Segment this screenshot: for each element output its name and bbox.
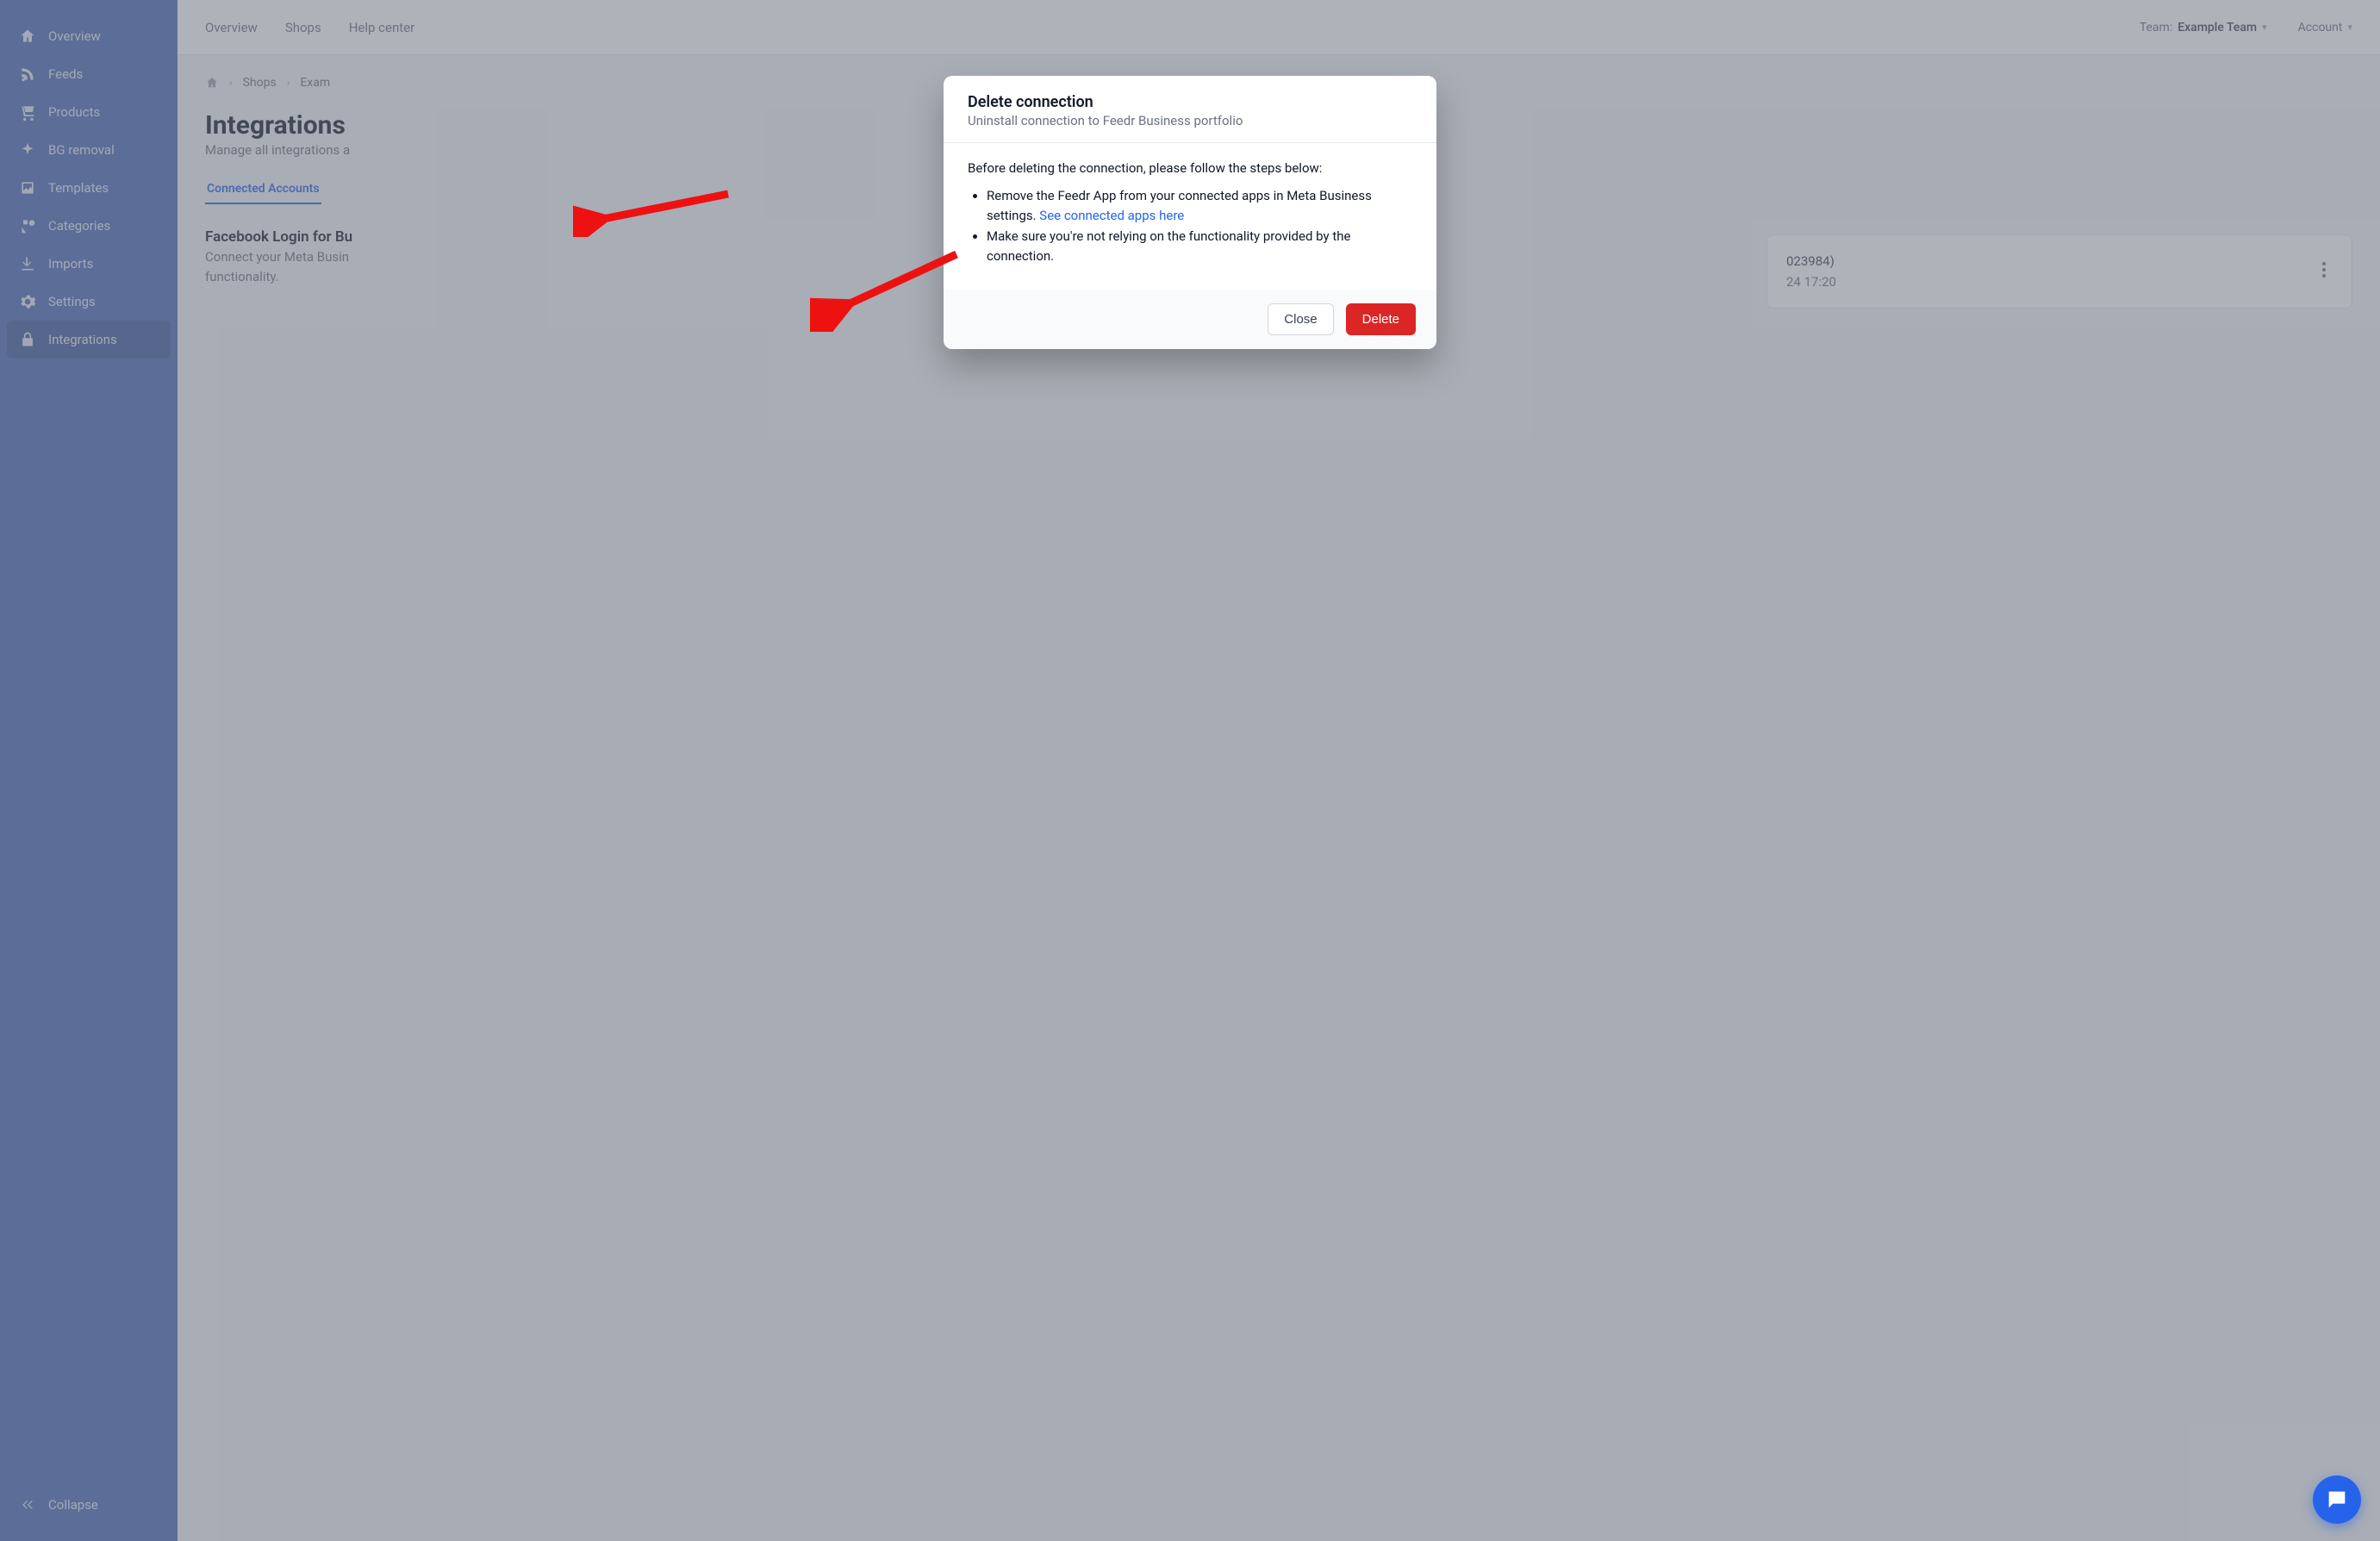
connected-apps-link[interactable]: See connected apps here (1039, 208, 1184, 223)
modal-title: Delete connection (968, 93, 1412, 111)
modal-subtitle: Uninstall connection to Feedr Business p… (968, 113, 1412, 128)
chat-icon (2325, 1488, 2349, 1512)
chat-widget-button[interactable] (2313, 1475, 2361, 1524)
modal-overlay[interactable]: Delete connection Uninstall connection t… (0, 0, 2380, 1541)
delete-button[interactable]: Delete (1346, 303, 1416, 335)
modal-step-2: Make sure you're not relying on the func… (987, 227, 1412, 265)
modal-intro: Before deleting the connection, please f… (968, 160, 1412, 176)
modal-step-1: Remove the Feedr App from your connected… (987, 186, 1412, 225)
modal: Delete connection Uninstall connection t… (944, 76, 1436, 349)
close-button[interactable]: Close (1268, 303, 1333, 335)
